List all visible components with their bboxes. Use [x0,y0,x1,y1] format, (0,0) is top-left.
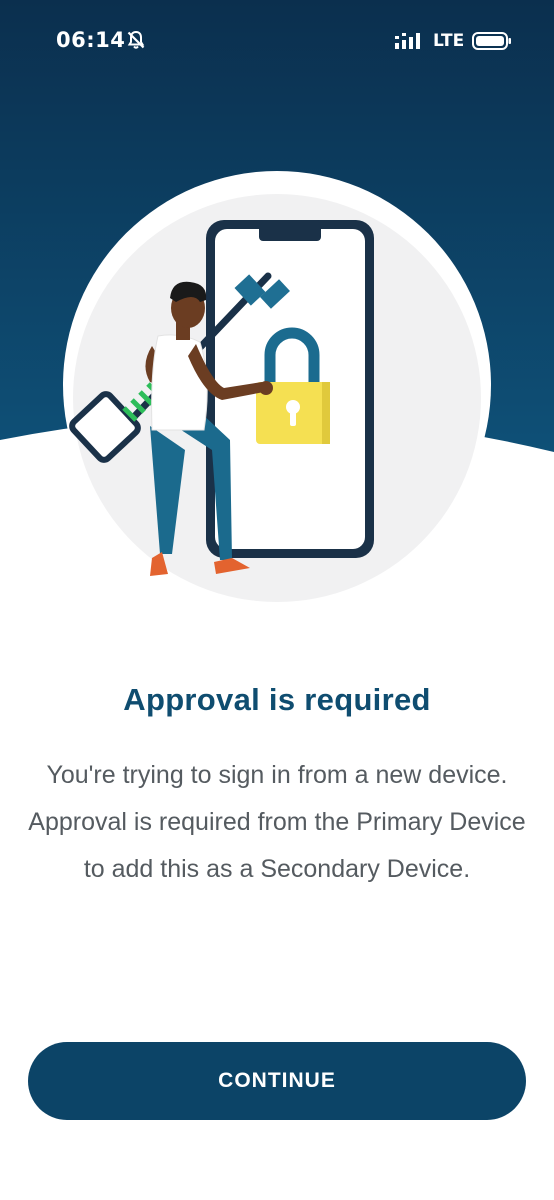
network-type: LTE [433,31,465,51]
continue-button[interactable]: CONTINUE [28,1042,526,1120]
status-time: 06:14 [56,28,126,52]
page-title: Approval is required [123,682,431,717]
status-bar: 06:14 LTE [0,0,554,84]
battery-icon [472,32,511,50]
signal-icon [395,33,420,49]
hero-illustration [63,171,491,602]
bell-muted-icon [127,30,145,49]
page-description: You're trying to sign in from a new devi… [28,761,526,883]
